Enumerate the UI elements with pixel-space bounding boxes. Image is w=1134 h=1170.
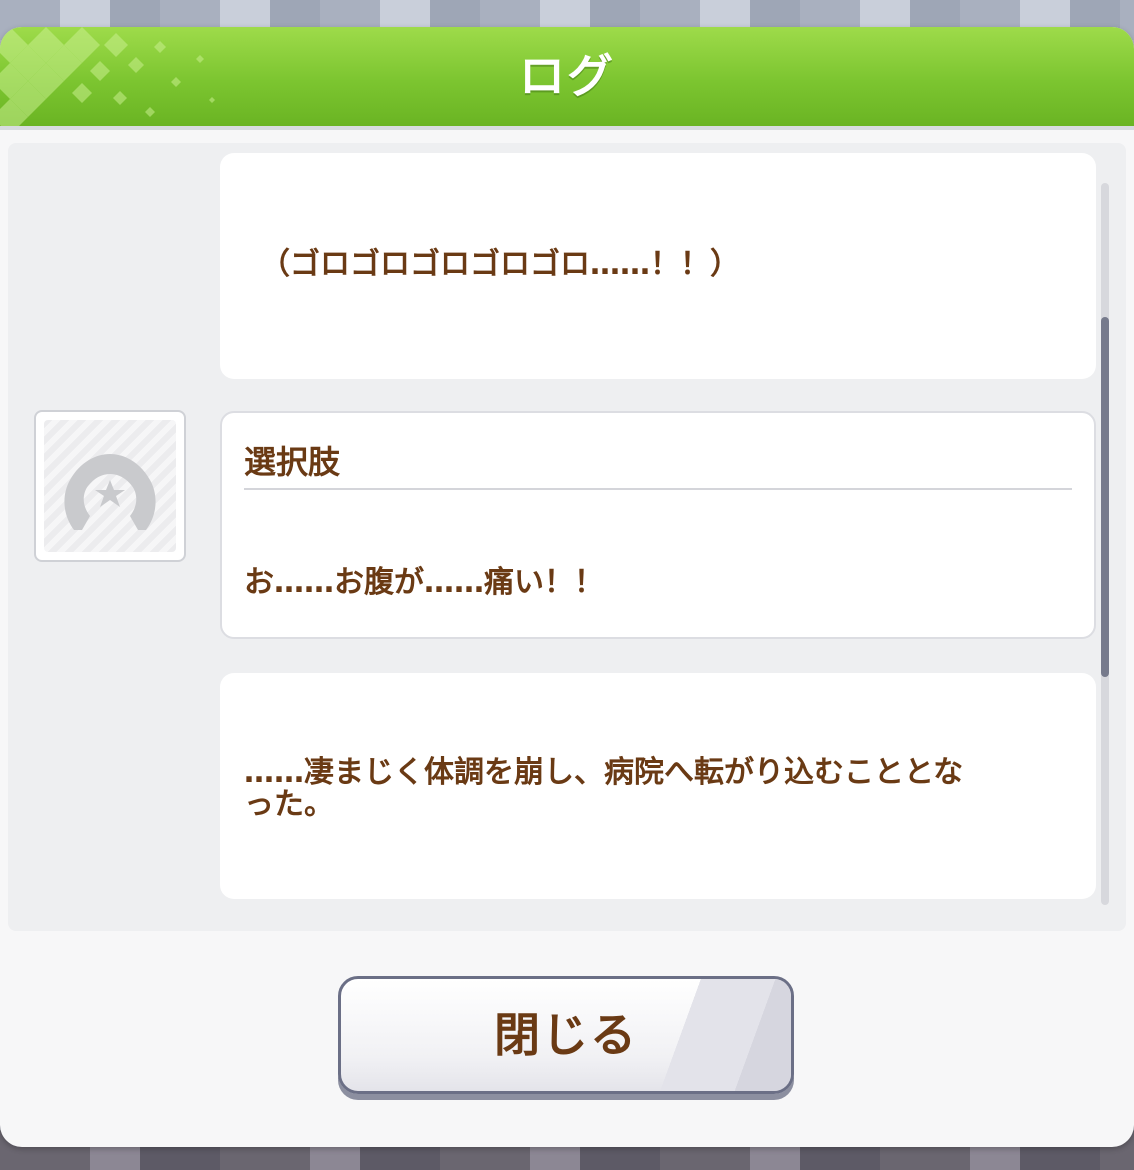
speaker-avatar bbox=[34, 410, 186, 562]
log-dialog: ログ （ゴロゴロゴロゴロゴロ……！！） 選択肢 お……お腹が……痛い！！ ……凄… bbox=[0, 27, 1134, 1147]
log-entry-text: ……凄まじく体調を崩し、病院へ転がり込むこととなった。 bbox=[244, 755, 964, 822]
scrollbar-thumb[interactable] bbox=[1101, 317, 1109, 677]
choice-text: お……お腹が……痛い！！ bbox=[244, 565, 604, 600]
log-entry-choice: 選択肢 お……お腹が……痛い！！ bbox=[220, 411, 1096, 639]
choice-label: 選択肢 bbox=[244, 443, 341, 481]
close-button[interactable]: 閉じる bbox=[338, 976, 794, 1094]
choice-divider bbox=[244, 488, 1072, 490]
horseshoe-icon bbox=[64, 454, 156, 530]
log-entry-narration: （ゴロゴロゴロゴロゴロ……！！） bbox=[220, 153, 1096, 379]
log-list[interactable]: （ゴロゴロゴロゴロゴロ……！！） 選択肢 お……お腹が……痛い！！ ……凄まじく… bbox=[8, 143, 1126, 931]
dialog-header: ログ bbox=[0, 27, 1134, 130]
dialog-title: ログ bbox=[519, 49, 615, 103]
close-button-label: 閉じる bbox=[494, 1008, 638, 1062]
log-entry-text: （ゴロゴロゴロゴロゴロ……！！） bbox=[260, 247, 740, 282]
log-entry-narration: ……凄まじく体調を崩し、病院へ転がり込むこととなった。 bbox=[220, 673, 1096, 899]
